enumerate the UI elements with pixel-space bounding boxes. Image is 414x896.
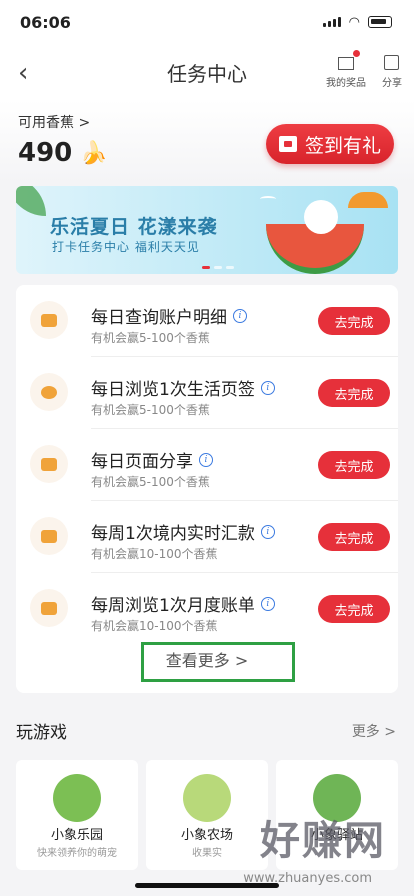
games-header: 玩游戏 更多 >: [16, 718, 396, 743]
status-time: 06:06: [20, 12, 71, 32]
game-card[interactable]: 小象乐园 快来领养你的萌宠: [16, 760, 138, 870]
task-name: 每周1次境内实时汇款 i: [91, 519, 275, 544]
go-complete-button[interactable]: 去完成: [318, 307, 390, 335]
task-desc: 有机会赢5-100个香蕉: [91, 331, 210, 345]
games-title: 玩游戏: [16, 723, 67, 743]
points-value: 490: [18, 138, 73, 168]
info-icon[interactable]: i: [260, 524, 275, 539]
nav-bar: ‹ 任务中心 我的奖品 分享: [0, 44, 414, 100]
task-row: 每周浏览1次月度账单 i 有机会赢10-100个香蕉 去完成: [16, 573, 398, 645]
task-name: 每日浏览1次生活页签 i: [91, 375, 275, 400]
status-bar: 06:06 ◠: [0, 0, 414, 44]
game-desc: 快来领养你的萌宠: [37, 848, 117, 859]
info-icon[interactable]: i: [260, 380, 275, 395]
task-desc: 有机会赢5-100个香蕉: [91, 403, 210, 417]
wifi-icon: ◠: [348, 14, 360, 30]
elephant-farm-icon: [183, 774, 231, 822]
elephant-park-icon: [53, 774, 101, 822]
transfer-icon: [30, 517, 68, 555]
task-row: 每日查询账户明细 i 有机会赢5-100个香蕉 去完成: [16, 285, 398, 357]
elephant-illustration: [304, 200, 338, 234]
nav-actions: 我的奖品 分享: [326, 50, 402, 89]
game-name: 小象乐园: [50, 828, 103, 843]
promo-banner[interactable]: 乐活夏日 花漾来袭 打卡任务中心 福利天天见: [16, 186, 398, 274]
signin-label: 签到有礼: [304, 134, 381, 157]
task-name: 每日查询账户明细 i: [91, 303, 247, 328]
share-label: 分享: [382, 78, 402, 89]
banner-subtitle: 打卡任务中心 福利天天见: [52, 240, 200, 254]
games-more-link[interactable]: 更多 >: [352, 721, 396, 741]
highlight-box: [141, 642, 295, 682]
my-prizes-button[interactable]: 我的奖品: [326, 50, 366, 89]
umbrella-illustration: [348, 192, 388, 208]
go-complete-button[interactable]: 去完成: [318, 451, 390, 479]
game-desc: 收果实: [192, 848, 222, 859]
banana-icon: 🍌: [80, 140, 108, 166]
points-header: 可用香蕉 > 490 🍌 签到有礼: [0, 100, 414, 184]
signin-button[interactable]: 签到有礼: [266, 124, 394, 164]
leaf-decoration: [16, 186, 46, 216]
gift-icon: [336, 50, 360, 72]
task-desc: 有机会赢5-100个香蕉: [91, 475, 210, 489]
share-button[interactable]: 分享: [382, 52, 402, 89]
notification-dot: [353, 50, 360, 57]
info-icon[interactable]: i: [233, 308, 247, 323]
go-complete-button[interactable]: 去完成: [318, 595, 390, 623]
game-name: 小象农场: [180, 828, 233, 843]
home-indicator: [135, 883, 279, 888]
status-icons: ◠: [322, 14, 392, 30]
page-share-icon: [30, 445, 68, 483]
calendar-icon: [278, 136, 297, 152]
signal-icon: [322, 17, 341, 27]
my-prizes-label: 我的奖品: [326, 78, 366, 89]
go-complete-button[interactable]: 去完成: [318, 523, 390, 551]
life-tab-icon: [30, 373, 68, 411]
task-row: 每日浏览1次生活页签 i 有机会赢5-100个香蕉 去完成: [16, 357, 398, 429]
game-card[interactable]: 小象农场 收果实: [146, 760, 268, 870]
task-name: 每周浏览1次月度账单 i: [91, 591, 275, 616]
go-complete-button[interactable]: 去完成: [318, 379, 390, 407]
task-row: 每日页面分享 i 有机会赢5-100个香蕉 去完成: [16, 429, 398, 501]
battery-icon: [368, 16, 392, 28]
share-icon: [382, 52, 402, 72]
task-list: 每日查询账户明细 i 有机会赢5-100个香蕉 去完成 每日浏览1次生活页签 i 有…: [16, 285, 398, 693]
monthly-bill-icon: [30, 589, 68, 627]
watermark-logo: 好赚网: [260, 818, 386, 864]
banner-title: 乐活夏日 花漾来袭: [50, 216, 218, 238]
info-icon[interactable]: i: [260, 596, 275, 611]
task-desc: 有机会赢10-100个香蕉: [91, 547, 218, 561]
task-desc: 有机会赢10-100个香蕉: [91, 619, 218, 633]
back-button[interactable]: ‹: [18, 58, 28, 88]
task-name: 每日页面分享 i: [91, 447, 213, 472]
carousel-dots: [202, 266, 234, 269]
account-detail-icon: [30, 301, 68, 339]
task-row: 每周1次境内实时汇款 i 有机会赢10-100个香蕉 去完成: [16, 501, 398, 573]
info-icon[interactable]: i: [199, 452, 213, 467]
bird-decoration: [260, 196, 276, 202]
